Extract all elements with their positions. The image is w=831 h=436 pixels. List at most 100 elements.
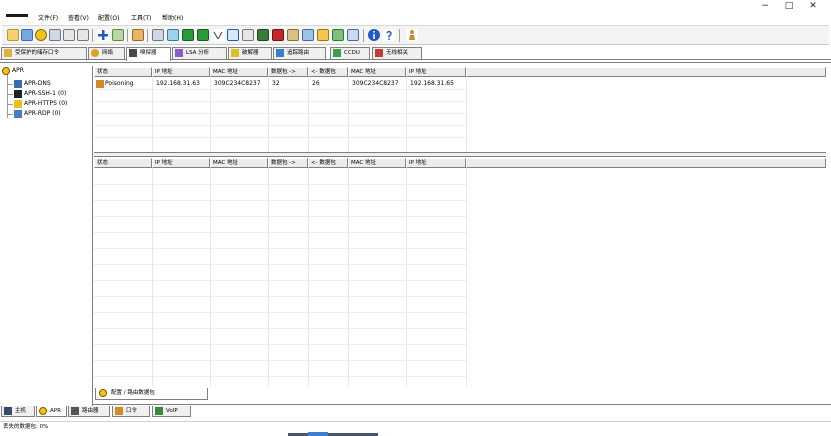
wireless-icon [375, 49, 383, 57]
col-header-packets-out[interactable]: 数据包 -> [268, 67, 308, 77]
tree-item-apr-rdp[interactable]: APR-RDP (0) [24, 110, 61, 118]
pane-splitter[interactable] [94, 152, 826, 157]
menu-file[interactable]: 文件(F) [38, 15, 58, 23]
route-icon[interactable] [132, 29, 144, 41]
menu-config[interactable]: 配置(O) [98, 15, 119, 23]
status-text: 丢失的数据包: 0% [3, 424, 49, 430]
key-icon[interactable] [317, 29, 329, 41]
network-icon[interactable] [49, 29, 61, 41]
apr-icon [99, 389, 107, 397]
tab-network[interactable]: 网络 [88, 47, 125, 59]
close-button[interactable]: ✕ [804, 0, 822, 12]
ccdu-icon [333, 49, 341, 57]
tab-ccdu[interactable]: CCDU [330, 47, 370, 59]
open-icon[interactable] [7, 29, 19, 41]
col-header-mac[interactable]: MAC 地址 [348, 67, 406, 77]
tab-label: 嗅探器 [140, 50, 157, 56]
cert-icon[interactable] [227, 29, 239, 41]
info-icon[interactable] [368, 29, 380, 41]
grid-line [466, 168, 467, 386]
tree-item-apr-dns[interactable]: APR-DNS [24, 80, 51, 88]
tab-config-route-packets[interactable]: 配置 / 路由数据包 [95, 388, 208, 400]
toolbar-separator [92, 29, 93, 42]
filter-icon[interactable] [332, 29, 344, 41]
terminal-icon[interactable] [197, 29, 209, 41]
dots-icon[interactable] [242, 29, 254, 41]
hex2-icon[interactable] [77, 29, 89, 41]
add-icon[interactable] [97, 29, 109, 41]
tab-lsa[interactable]: LSA 分析 [172, 47, 227, 59]
col-header-ip[interactable]: IP 地址 [406, 67, 466, 77]
laptop-icon[interactable] [272, 29, 284, 41]
tree-item-apr-https[interactable]: APR-HTTPS (0) [24, 100, 67, 108]
wifi-icon[interactable] [212, 29, 224, 41]
menu-tools[interactable]: 工具(T) [131, 15, 151, 23]
terminal-icon [14, 90, 22, 98]
hex-icon[interactable] [63, 29, 75, 41]
monitor-icon[interactable] [257, 29, 269, 41]
grid-line [94, 184, 466, 185]
tab-sniffer[interactable]: 嗅探器 [126, 47, 171, 61]
tab-voip[interactable]: VoIP [152, 406, 191, 417]
maximize-button[interactable]: □ [780, 0, 798, 12]
tab-wireless[interactable]: 无线相关 [372, 47, 422, 59]
tab-traceroute[interactable]: 追踪路由 [273, 47, 326, 59]
cell-status: Poisoning [105, 80, 134, 87]
menu-view[interactable]: 查看(V) [68, 15, 89, 23]
col-header-packets-in[interactable]: <- 数据包 [308, 158, 348, 168]
chart-icon[interactable] [347, 29, 359, 41]
col-header-ip[interactable]: IP 地址 [152, 67, 210, 77]
tree-item-apr[interactable]: APR [12, 67, 24, 75]
tree-connector [7, 104, 13, 105]
col-header-packets-out[interactable]: 数据包 -> [268, 158, 308, 168]
toolbar-separator [399, 29, 400, 42]
minimize-button[interactable]: − [756, 0, 774, 12]
apr-icon [2, 67, 10, 75]
col-header-mac[interactable]: MAC 地址 [210, 158, 268, 168]
scan-icon[interactable] [152, 29, 164, 41]
person-icon[interactable] [406, 29, 418, 41]
tab-cracker[interactable]: 破解器 [228, 47, 272, 59]
tab-label: 受保护的储存口令 [15, 50, 60, 56]
tab-routers[interactable]: 路由器 [68, 406, 110, 417]
col-header-status[interactable]: 状态 [94, 67, 152, 77]
sniffer-icon [129, 49, 137, 57]
tab-label: VoIP [166, 408, 178, 414]
grid-line [94, 248, 466, 249]
tab-hosts[interactable]: 主机 [1, 406, 35, 417]
grid-line [94, 312, 466, 313]
voip-icon [155, 407, 163, 415]
grid-line [466, 77, 467, 152]
col-header-status[interactable]: 状态 [94, 158, 152, 168]
users-icon[interactable] [302, 29, 314, 41]
router-icon [71, 407, 79, 415]
network-icon [91, 49, 99, 57]
view-tabs: 主机 APR 路由器 口令 VoIP [0, 406, 831, 418]
tool-icon[interactable] [287, 29, 299, 41]
cell-packets-out: 32 [272, 80, 280, 87]
col-header-mac[interactable]: MAC 地址 [210, 67, 268, 77]
help-icon[interactable] [383, 29, 395, 41]
grid-line [94, 89, 466, 90]
cell-mac: 309C234C8237 [214, 80, 261, 87]
col-header-ip[interactable]: IP 地址 [406, 158, 466, 168]
hash-icon[interactable] [182, 29, 194, 41]
col-header-ip[interactable]: IP 地址 [152, 158, 210, 168]
tab-label: CCDU [344, 50, 360, 56]
col-header-packets-in[interactable]: <- 数据包 [308, 67, 348, 77]
dns-icon [14, 80, 22, 88]
storage-icon [4, 49, 12, 57]
sniffer-icon[interactable] [112, 29, 124, 41]
tab-label: 追踪路由 [287, 50, 310, 56]
tab-passwords[interactable]: 口令 [112, 406, 150, 417]
tab-apr[interactable]: APR [36, 406, 67, 417]
tree-connector [7, 84, 13, 85]
col-header-mac[interactable]: MAC 地址 [348, 158, 406, 168]
base64-icon[interactable] [167, 29, 179, 41]
tree-item-apr-ssh[interactable]: APR-SSH-1 (0) [24, 90, 66, 98]
save-icon[interactable] [21, 29, 33, 41]
tab-protected-storage[interactable]: 受保护的储存口令 [1, 47, 87, 59]
tree-connector [7, 74, 8, 118]
menu-help[interactable]: 帮助(H) [162, 15, 183, 23]
apr-icon[interactable] [35, 29, 47, 41]
